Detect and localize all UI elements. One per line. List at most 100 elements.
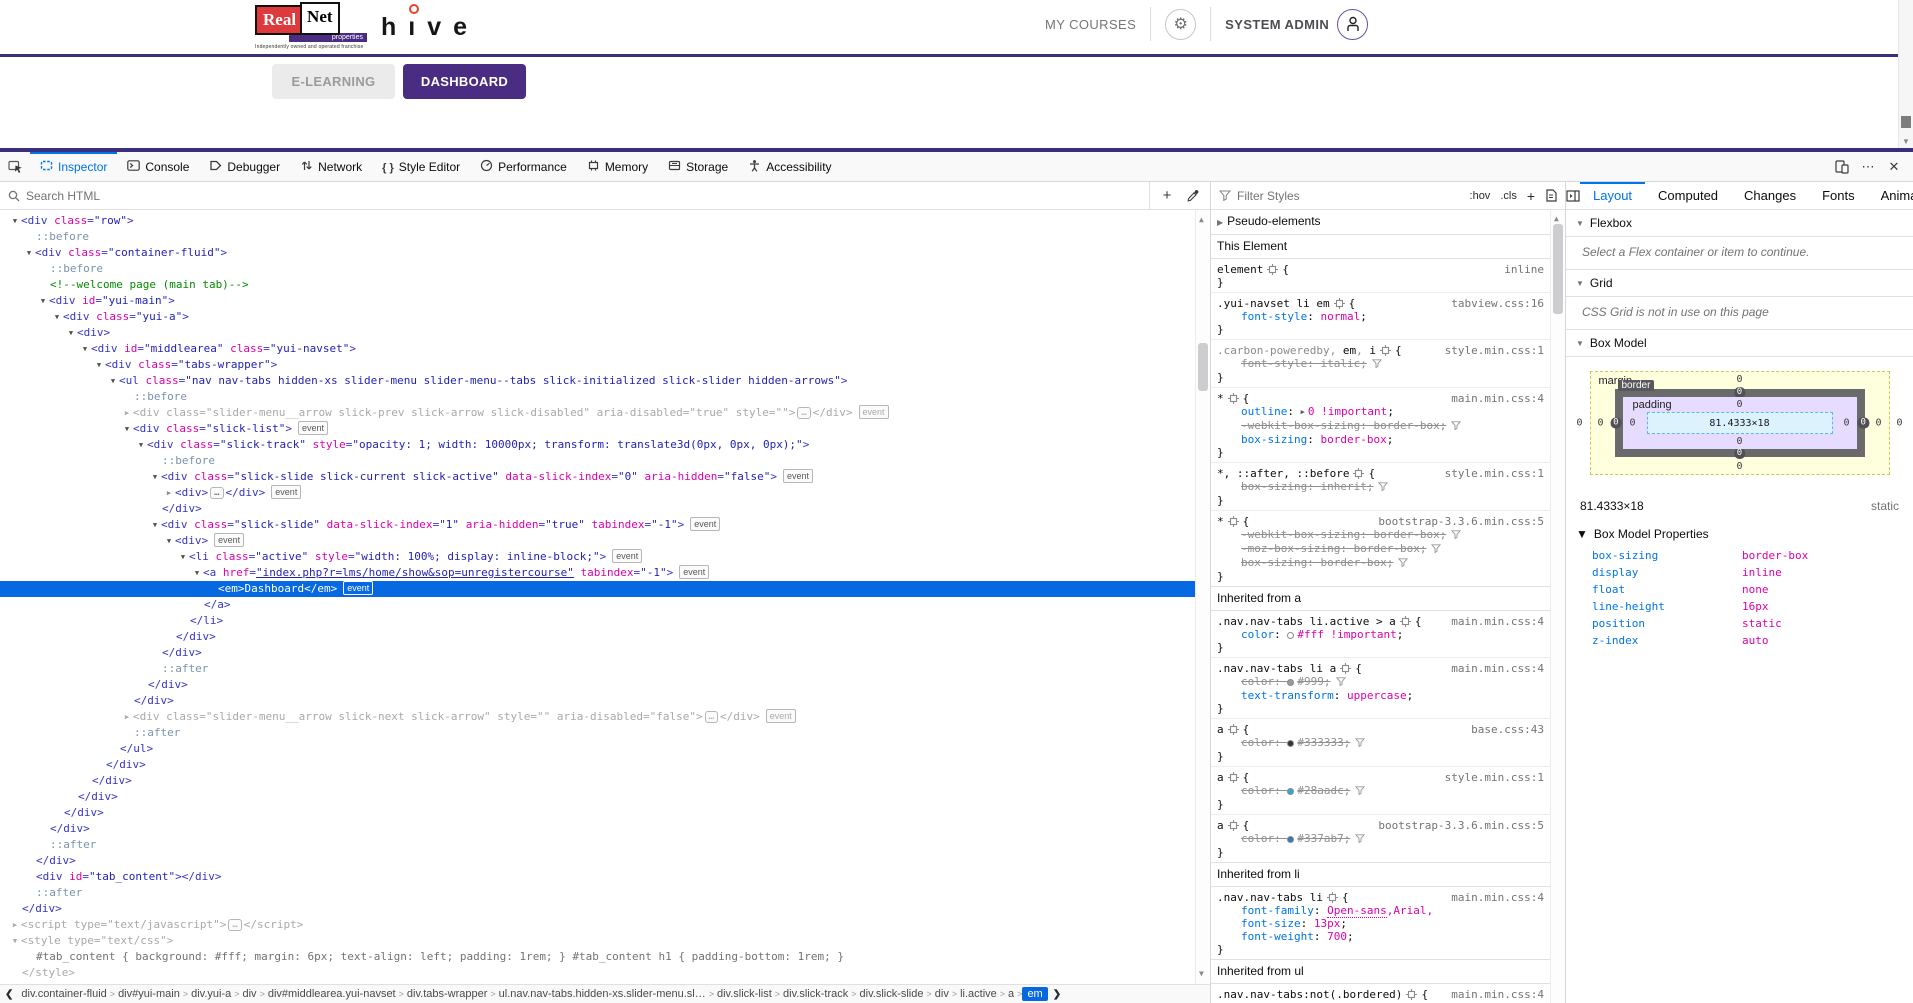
selector-target-icon[interactable] xyxy=(1327,892,1338,903)
filter-styles-input[interactable]: Filter Styles xyxy=(1211,189,1462,203)
event-badge[interactable]: event xyxy=(859,405,889,419)
border-right-value[interactable]: 0 xyxy=(1858,418,1869,429)
css-rule[interactable]: *{bootstrap-3.3.6.min.css:5-webkit-box-s… xyxy=(1211,511,1550,587)
html-tree-row[interactable]: ::after xyxy=(0,837,1210,853)
expand-arrow-icon[interactable]: ▼ xyxy=(149,517,161,533)
page-scrollbar[interactable]: ▼ xyxy=(1898,0,1913,148)
html-tree-row[interactable]: ::before xyxy=(0,261,1210,277)
search-html-input[interactable]: Search HTML xyxy=(0,189,1149,203)
html-tree-row[interactable]: ::after xyxy=(0,725,1210,741)
overridden-filter-icon[interactable] xyxy=(1355,737,1365,750)
css-rule[interactable]: .nav.nav-tabs li{main.min.css:4font-fami… xyxy=(1211,887,1550,960)
html-tree-row[interactable]: ▶<div class="slider-menu__arrow slick-ne… xyxy=(0,709,1210,725)
html-tree-row[interactable]: ▼<div id="middlearea" class="yui-navset"… xyxy=(0,341,1210,357)
html-tree-row[interactable]: </div> xyxy=(0,821,1210,837)
expand-arrow-icon[interactable]: ▼ xyxy=(107,373,119,389)
scroll-down-icon[interactable]: ▼ xyxy=(1199,966,1204,982)
breadcrumb-scroll-right-icon[interactable]: ❯ xyxy=(1048,989,1066,1000)
expand-arrow-icon[interactable]: ▼ xyxy=(9,213,21,229)
rules-scrollbar[interactable]: ▲ xyxy=(1550,210,1565,1003)
css-declaration[interactable]: box-sizing: border-box; xyxy=(1217,556,1544,570)
css-rule[interactable]: *, ::after, ::before{style.min.css:1box-… xyxy=(1211,463,1550,511)
css-rule[interactable]: element{inline} xyxy=(1211,259,1550,293)
html-tree-row[interactable]: ▼<ul class="nav nav-tabs hidden-xs slide… xyxy=(0,373,1210,389)
html-tree-row[interactable]: ▼<div class="slick-slide" data-slick-ind… xyxy=(0,517,1210,533)
html-tree-row[interactable]: </div> xyxy=(0,789,1210,805)
expand-value-icon[interactable]: ▶ xyxy=(1301,408,1305,416)
css-rule[interactable]: a{style.min.css:1color: #28aadc;} xyxy=(1211,767,1550,815)
expand-arrow-icon[interactable]: ▼ xyxy=(191,565,203,581)
html-tree[interactable]: ▼<div class="row">::before▼<div class="c… xyxy=(0,210,1210,984)
color-swatch[interactable] xyxy=(1287,740,1294,747)
add-rule-button[interactable]: + xyxy=(1527,188,1535,204)
rules-section-header[interactable]: ▶Pseudo-elements xyxy=(1211,210,1550,235)
html-tree-row[interactable]: ▶<div class="slider-menu__arrow slick-pr… xyxy=(0,405,1210,421)
selector-target-icon[interactable] xyxy=(1228,772,1239,783)
expand-arrow-icon[interactable]: ▼ xyxy=(65,325,77,341)
html-tree-row[interactable]: ▼<style type="text/css"> xyxy=(0,933,1210,949)
border-left-value[interactable]: 0 xyxy=(1610,418,1621,429)
color-swatch[interactable] xyxy=(1287,632,1294,639)
rule-source-link[interactable]: bootstrap-3.3.6.min.css:5 xyxy=(1370,819,1544,832)
rule-selector[interactable]: *, ::after, ::before xyxy=(1217,467,1349,480)
breadcrumb-item[interactable]: div xyxy=(240,988,260,1000)
css-declaration[interactable]: -webkit-box-sizing: border-box; xyxy=(1217,419,1544,433)
html-tree-row[interactable]: </div> xyxy=(0,693,1210,709)
css-declaration[interactable]: color: #fff !important; xyxy=(1217,628,1544,641)
breadcrumb-item[interactable]: div#yui-main xyxy=(115,988,183,1000)
css-declaration[interactable]: font-family: Open-sans,Arial, xyxy=(1217,904,1544,917)
box-model-padding[interactable]: padding 0 0 0 0 81.4333×18 xyxy=(1623,397,1857,449)
html-tree-row[interactable]: ::before xyxy=(0,453,1210,469)
css-rule[interactable]: .carbon-poweredby, em, i{style.min.css:1… xyxy=(1211,340,1550,388)
breadcrumb-item[interactable]: div.slick-track xyxy=(780,988,851,1000)
collapse-arrow-icon[interactable]: ▶ xyxy=(121,405,133,421)
overridden-filter-icon[interactable] xyxy=(1372,358,1382,371)
responsive-design-mode-button[interactable] xyxy=(1829,160,1855,174)
html-tree-row[interactable]: ::after xyxy=(0,885,1210,901)
expand-arrow-icon[interactable]: ▼ xyxy=(37,293,49,309)
selector-target-icon[interactable] xyxy=(1400,616,1411,627)
border-bottom-value[interactable]: 0 xyxy=(1734,448,1745,459)
html-tree-row[interactable]: ::before xyxy=(0,389,1210,405)
css-declaration[interactable]: -moz-box-sizing: border-box; xyxy=(1217,542,1544,556)
css-declaration[interactable]: color: #333333; xyxy=(1217,736,1544,750)
rule-source-link[interactable]: style.min.css:1 xyxy=(1437,467,1544,480)
devtools-tab-console[interactable]: Console xyxy=(117,152,199,181)
selector-target-icon[interactable] xyxy=(1334,298,1345,309)
event-badge[interactable]: event xyxy=(690,517,720,531)
breadcrumb-item[interactable]: div.slick-list xyxy=(714,988,775,1000)
sidebar-tab-layout[interactable]: Layout xyxy=(1580,182,1645,209)
expand-arrow-icon[interactable]: ▼ xyxy=(51,309,63,325)
color-swatch[interactable] xyxy=(1287,836,1294,843)
sidebar-tab-computed[interactable]: Computed xyxy=(1645,182,1731,209)
overridden-filter-icon[interactable] xyxy=(1398,557,1408,570)
collapse-arrow-icon[interactable]: ▶ xyxy=(9,917,21,933)
expand-arrow-icon[interactable]: ▼ xyxy=(135,437,147,453)
breadcrumb-item[interactable]: em xyxy=(1022,987,1047,1001)
breadcrumb-item[interactable]: div xyxy=(932,988,952,1000)
overridden-filter-icon[interactable] xyxy=(1451,529,1461,542)
css-rule[interactable]: a{base.css:43color: #333333;} xyxy=(1211,719,1550,767)
html-tree-row[interactable]: </div> xyxy=(0,901,1210,917)
rule-source-link[interactable]: main.min.css:4 xyxy=(1443,392,1544,405)
rule-selector[interactable]: a xyxy=(1217,723,1224,736)
rule-selector[interactable]: a xyxy=(1217,771,1224,784)
sidebar-toggle-button[interactable] xyxy=(1566,182,1580,209)
html-tree-row[interactable]: </div> xyxy=(0,853,1210,869)
rule-source-link[interactable]: main.min.css:4 xyxy=(1443,891,1544,904)
css-declaration[interactable]: outline: ▶0 !important; xyxy=(1217,405,1544,419)
box-model-margin[interactable]: margin 0 0 0 0 border 0 0 0 0 padding xyxy=(1590,371,1890,475)
html-tree-row[interactable]: ▼<li class="active" style="width: 100%; … xyxy=(0,549,1210,565)
dashboard-tab-button[interactable]: DASHBOARD xyxy=(403,64,526,99)
breadcrumb-item[interactable]: div#middlearea.yui-navset xyxy=(265,988,399,1000)
selector-target-icon[interactable] xyxy=(1380,345,1391,356)
event-badge[interactable]: event xyxy=(271,485,301,499)
event-badge[interactable]: event xyxy=(679,565,709,579)
breadcrumb-item[interactable]: ul.nav.nav-tabs.hidden-xs.slider-menu.sl… xyxy=(496,988,709,1000)
css-declaration[interactable]: text-transform: uppercase; xyxy=(1217,689,1544,702)
padding-top-value[interactable]: 0 xyxy=(1736,399,1742,410)
toggle-classes-button[interactable]: .cls xyxy=(1500,190,1517,202)
html-tree-row[interactable]: <div id="tab_content"></div> xyxy=(0,869,1210,885)
devtools-tab-memory[interactable]: Memory xyxy=(577,152,658,181)
css-rules-list[interactable]: ▶Pseudo-elementsThis Elementelement{inli… xyxy=(1211,210,1565,1003)
